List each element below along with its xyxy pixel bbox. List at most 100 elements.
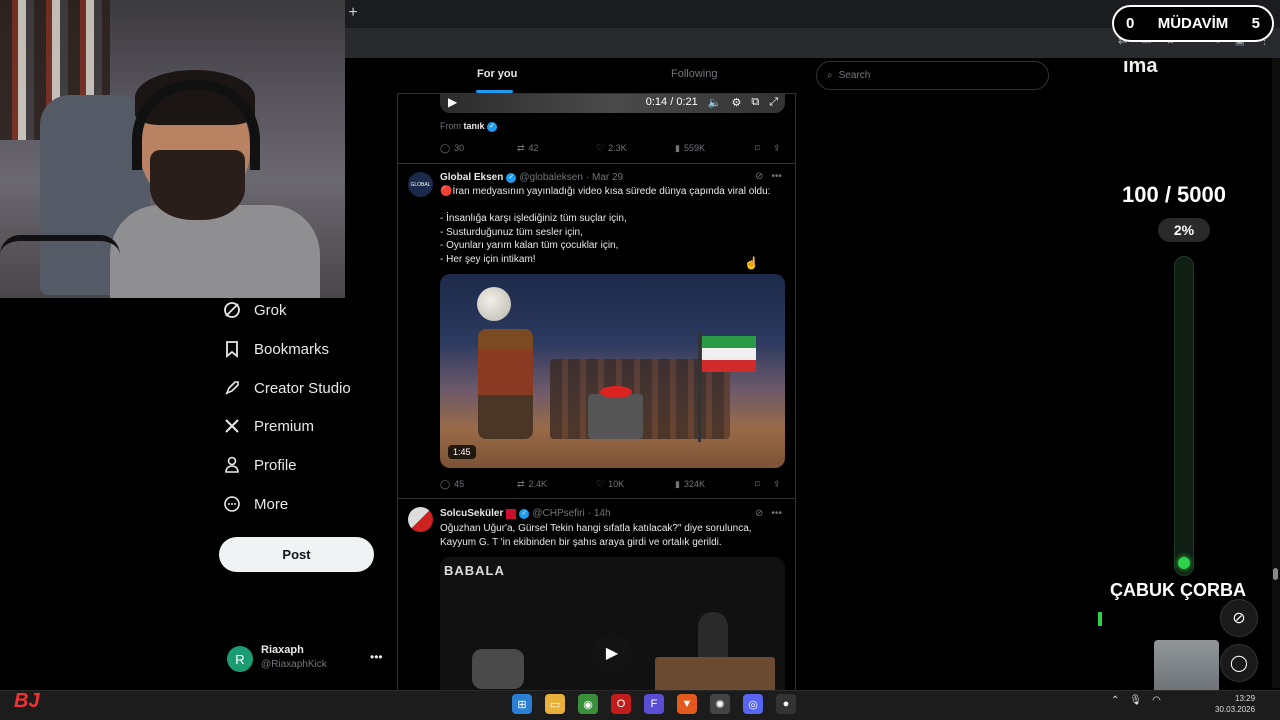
right-count: 5 <box>1251 15 1260 32</box>
avatar[interactable] <box>408 507 433 532</box>
streamer-shirt <box>110 205 320 298</box>
author-name[interactable]: SolcuSeküler <box>440 508 503 519</box>
play-icon[interactable]: ▶ <box>448 95 457 109</box>
file-explorer-icon[interactable]: ▭ <box>545 694 565 714</box>
mouse-cursor-icon: ☝ <box>744 256 759 270</box>
reply-button[interactable]: ◯ 30 <box>440 143 517 154</box>
app-icon[interactable]: F <box>644 694 664 714</box>
mic-icon[interactable]: 🎙 <box>1129 695 1142 706</box>
nav-label: Profile <box>254 456 297 474</box>
views-button[interactable]: ▮ 324K <box>675 479 755 490</box>
rocket-icon <box>222 378 242 398</box>
messages-icon[interactable]: ◯ <box>1220 644 1258 682</box>
settings-icon[interactable]: ⚙ <box>731 96 741 109</box>
nav-item-bookmarks[interactable]: Bookmarks <box>222 334 382 364</box>
repost-icon: ⇄ <box>517 142 525 153</box>
search-input[interactable]: ⌕ Search <box>816 61 1049 90</box>
tweet-header: Global Eksen ✓ @globaleksen · Mar 29 <box>440 172 623 183</box>
avatar[interactable]: GLOBAL <box>408 172 433 197</box>
author-handle[interactable]: @CHPsefiri <box>532 508 584 519</box>
grok-icon[interactable]: ⊘ <box>1220 599 1258 637</box>
more-circle-icon <box>222 494 242 514</box>
author-handle[interactable]: @globaleksen <box>519 172 583 183</box>
scrollbar-thumb[interactable] <box>1273 568 1278 580</box>
share-icon[interactable]: ⇪ <box>773 479 781 490</box>
studio-desk <box>655 657 775 690</box>
flag-pole <box>698 332 701 442</box>
nav-item-premium[interactable]: Premium <box>222 411 382 441</box>
pip-icon[interactable]: ⧉ <box>751 96 759 109</box>
avatar: R <box>227 646 253 672</box>
opera-icon[interactable]: O <box>611 694 631 714</box>
account-switcher[interactable]: R Riaxaph @RiaxaphKick ••• <box>227 642 387 676</box>
tab-for-you[interactable]: For you <box>477 68 517 80</box>
like-button[interactable]: ♡ 10K <box>596 479 675 490</box>
lego-figure <box>478 329 533 439</box>
tweet-date[interactable]: · 14h <box>588 508 611 519</box>
new-tab-button[interactable]: + <box>346 4 360 22</box>
chatgpt-icon[interactable]: ✺ <box>710 694 730 714</box>
scrollbar[interactable] <box>1272 58 1280 688</box>
nav-item-profile[interactable]: Profile <box>222 450 382 480</box>
scrolling-text: ıma <box>1123 55 1158 77</box>
left-count: 0 <box>1126 15 1135 32</box>
tweet-text: 🔴İran medyasının yayınladığı video kısa … <box>440 186 771 265</box>
viewer-counter: 0 MÜDAVİM 5 <box>1112 5 1274 42</box>
tweet-video[interactable]: 1:45 <box>440 274 785 468</box>
source-name[interactable]: tanık <box>464 121 485 131</box>
fullscreen-icon[interactable]: ⤢ <box>769 96 778 109</box>
more-icon[interactable]: ••• <box>771 171 782 182</box>
tab-following[interactable]: Following <box>671 68 717 80</box>
volume-icon[interactable]: 🔈 <box>708 96 722 109</box>
nav-label: Grok <box>254 301 287 319</box>
views-button[interactable]: ▮ 559K <box>675 143 755 154</box>
account-name: Riaxaph <box>261 644 304 656</box>
bookmark-button[interactable]: ⌑ <box>755 479 773 490</box>
play-button[interactable]: ▶ <box>592 633 632 673</box>
more-icon[interactable]: ••• <box>771 508 782 519</box>
bookmark-icon <box>222 339 242 359</box>
progress-marker <box>1098 612 1102 626</box>
channel-logo: BJ <box>14 690 40 712</box>
grok-icon[interactable]: ⊘ <box>755 508 763 519</box>
tweet-video[interactable]: BABALA ▶ <box>440 557 785 690</box>
tweet-date[interactable]: · Mar 29 <box>586 172 623 183</box>
tweet-menu: ⊘ ••• <box>755 171 782 182</box>
bookmark-button[interactable]: ⌑ <box>755 143 773 154</box>
share-icon[interactable]: ⇪ <box>773 143 781 154</box>
reply-icon: ◯ <box>440 142 451 153</box>
account-more-icon[interactable]: ••• <box>370 650 383 664</box>
obs-icon[interactable]: ● <box>776 694 796 714</box>
repost-button[interactable]: ⇄ 2.4K <box>517 479 596 490</box>
goal-counter: 100 / 5000 <box>1122 182 1226 207</box>
repost-button[interactable]: ⇄ 42 <box>517 143 596 154</box>
author-name[interactable]: Global Eksen <box>440 172 503 183</box>
views-icon: ▮ <box>675 478 680 489</box>
grok-icon[interactable]: ⊘ <box>755 171 763 182</box>
video-source: From tanık ✓ <box>440 121 498 132</box>
views-icon: ▮ <box>675 142 680 153</box>
flag-icon <box>506 508 517 519</box>
nav-item-creator-studio[interactable]: Creator Studio <box>222 373 382 403</box>
chrome-icon[interactable]: ◉ <box>578 694 598 714</box>
wifi-icon[interactable]: ◠ <box>1152 695 1161 706</box>
taskbar-apps: ⊞ ▭ ◉ O F ▼ ✺ ◎ ● <box>512 694 796 714</box>
like-button[interactable]: ♡ 2.3K <box>596 143 675 154</box>
video-duration: 1:45 <box>448 445 476 459</box>
chevron-up-icon[interactable]: ⌃ <box>1111 695 1119 706</box>
divider <box>397 163 796 164</box>
brave-icon[interactable]: ▼ <box>677 694 697 714</box>
nav-label: Premium <box>254 417 315 435</box>
nav-item-more[interactable]: More <box>222 489 382 519</box>
nav-item-grok[interactable]: Grok <box>222 295 382 325</box>
reply-icon: ◯ <box>440 478 451 489</box>
button-pedestal <box>588 394 643 439</box>
show-logo: BABALA <box>444 563 505 578</box>
windows-start-icon[interactable]: ⊞ <box>512 694 532 714</box>
red-button <box>600 386 632 398</box>
discord-icon[interactable]: ◎ <box>743 694 763 714</box>
reply-button[interactable]: ◯ 45 <box>440 479 517 490</box>
active-tab-indicator <box>476 90 513 93</box>
post-button[interactable]: Post <box>219 537 374 572</box>
clock[interactable]: 13:29 30.03.2026 <box>1215 693 1255 715</box>
